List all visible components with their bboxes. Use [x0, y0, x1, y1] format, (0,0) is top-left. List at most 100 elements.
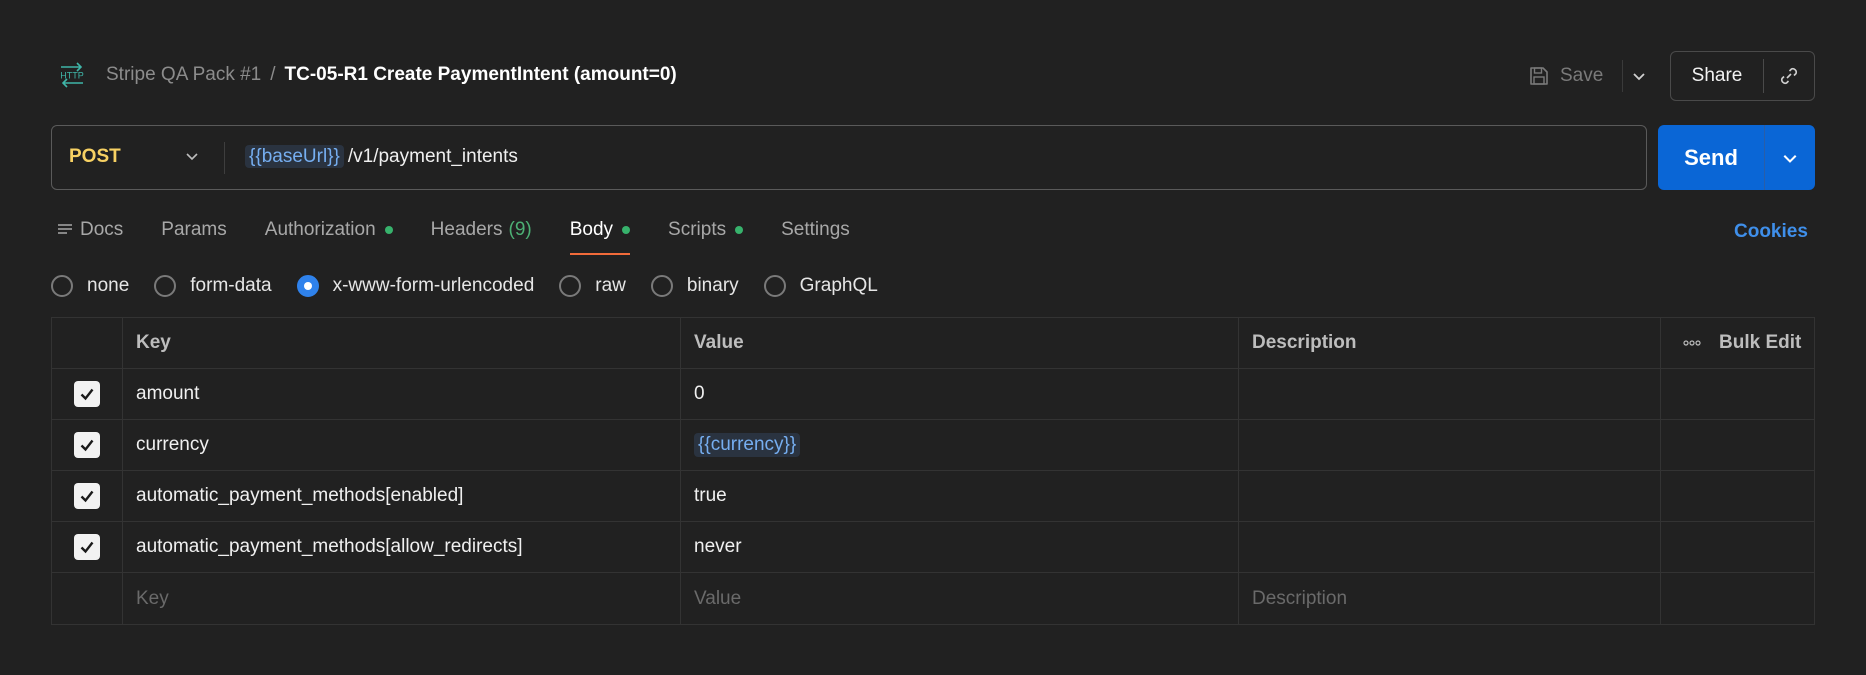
tab-label: Params	[161, 219, 227, 240]
table-row: automatic_payment_methods[allow_redirect…	[52, 522, 1814, 573]
row-checkbox[interactable]	[74, 534, 100, 560]
body-type-urlencoded[interactable]: x-www-form-urlencoded	[296, 275, 535, 297]
body-type-none[interactable]: none	[51, 275, 129, 297]
header-checkbox-cell	[52, 318, 123, 368]
tab-params[interactable]: Params	[161, 216, 226, 244]
row-checkbox-cell	[52, 573, 123, 624]
body-type-raw[interactable]: raw	[559, 275, 626, 297]
url-input[interactable]: {{baseUrl}}/v1/payment_intents	[245, 144, 518, 170]
breadcrumb: Stripe QA Pack #1 / TC-05-R1 Create Paymen…	[106, 62, 677, 88]
tab-label: Authorization	[264, 219, 376, 240]
description-cell[interactable]	[1239, 369, 1661, 419]
row-checkbox[interactable]	[74, 483, 100, 509]
chevron-down-icon	[1783, 154, 1797, 163]
url-variable[interactable]: {{baseUrl}}	[245, 145, 344, 168]
body-type-form-data[interactable]: form-data	[154, 275, 272, 297]
http-request-icon: HTTP	[60, 62, 84, 88]
body-type-selector: none form-data x-www-form-urlencoded raw…	[51, 272, 903, 300]
table-row-new: Key Value Description	[52, 573, 1814, 624]
radio-label: none	[87, 275, 130, 296]
breadcrumb-separator: /	[270, 64, 276, 85]
column-header-description: Description	[1239, 318, 1661, 368]
copy-link-button[interactable]	[1763, 59, 1814, 93]
send-options-button[interactable]	[1764, 125, 1815, 190]
new-description-input[interactable]: Description	[1239, 573, 1661, 624]
check-icon	[80, 388, 94, 401]
check-icon	[80, 541, 94, 554]
value-cell[interactable]: {{currency}}	[681, 420, 1239, 470]
value-cell[interactable]: true	[681, 471, 1239, 521]
row-checkbox-cell	[52, 471, 123, 521]
headers-count: (9)	[508, 219, 532, 240]
request-title[interactable]: TC-05-R1 Create PaymentIntent (amount=0)	[285, 64, 677, 85]
description-cell[interactable]	[1239, 471, 1661, 521]
column-header-key: Key	[123, 318, 681, 368]
method-select[interactable]: POST	[69, 146, 121, 168]
tab-scripts[interactable]: Scripts	[668, 216, 744, 244]
new-value-input[interactable]: Value	[681, 573, 1239, 624]
tab-label: Docs	[80, 219, 124, 240]
body-type-graphql[interactable]: GraphQL	[763, 275, 878, 297]
value-cell[interactable]: never	[681, 522, 1239, 572]
row-actions-cell	[1661, 471, 1814, 521]
tab-authorization[interactable]: Authorization	[265, 216, 393, 244]
row-checkbox-cell	[52, 369, 123, 419]
row-checkbox-cell	[52, 522, 123, 572]
radio-label: form-data	[190, 275, 272, 296]
save-label: Save	[1560, 65, 1604, 86]
check-icon	[80, 439, 94, 452]
body-type-binary[interactable]: binary	[650, 275, 739, 297]
description-cell[interactable]	[1239, 522, 1661, 572]
key-cell[interactable]: currency	[123, 420, 681, 470]
value-cell[interactable]: 0	[681, 369, 1239, 419]
value-variable[interactable]: {{currency}}	[694, 433, 801, 457]
tab-headers[interactable]: Headers (9)	[431, 216, 532, 244]
tab-label: Headers	[430, 219, 503, 240]
send-button[interactable]: Send	[1658, 125, 1764, 190]
radio-button-selected[interactable]	[296, 275, 319, 297]
send-group: Send	[1658, 125, 1815, 190]
share-button[interactable]: Share	[1671, 65, 1763, 87]
column-header-value: Value	[681, 318, 1239, 368]
radio-label: GraphQL	[799, 275, 878, 296]
tab-body[interactable]: Body	[569, 216, 631, 255]
request-header: HTTP Stripe QA Pack #1 / TC-05-R1 Create P…	[0, 0, 1866, 110]
table-header-row: Key Value Description Bulk Edit	[52, 318, 1814, 369]
key-cell[interactable]: automatic_payment_methods[allow_redirect…	[123, 522, 681, 572]
status-dot	[622, 226, 631, 234]
params-table: Key Value Description Bulk Edit amount 0	[51, 317, 1815, 625]
request-tabs: Docs Params Authorization Headers (9) Bo…	[57, 216, 888, 256]
radio-button[interactable]	[51, 275, 73, 297]
key-cell[interactable]: automatic_payment_methods[enabled]	[123, 471, 681, 521]
method-dropdown[interactable]	[180, 144, 204, 168]
cookies-link[interactable]: Cookies	[1734, 221, 1808, 243]
radio-label: x-www-form-urlencoded	[332, 275, 535, 296]
row-checkbox[interactable]	[74, 381, 100, 407]
status-dot	[384, 226, 393, 234]
radio-label: raw	[595, 275, 626, 296]
svg-text:HTTP: HTTP	[60, 71, 84, 81]
key-cell[interactable]: amount	[123, 369, 681, 419]
radio-button[interactable]	[763, 275, 786, 297]
row-checkbox[interactable]	[74, 432, 100, 458]
radio-button[interactable]	[559, 275, 582, 297]
breadcrumb-collection[interactable]: Stripe QA Pack #1	[106, 64, 261, 85]
radio-label: binary	[686, 275, 739, 296]
tab-docs[interactable]: Docs	[57, 216, 123, 244]
description-cell[interactable]	[1239, 420, 1661, 470]
row-actions-cell	[1661, 369, 1814, 419]
url-path: /v1/payment_intents	[347, 146, 518, 167]
row-actions-cell	[1661, 522, 1814, 572]
save-button[interactable]: Save	[1528, 60, 1603, 92]
chevron-down-icon	[186, 153, 198, 161]
tab-settings[interactable]: Settings	[781, 216, 850, 244]
tab-label: Settings	[781, 219, 850, 240]
radio-button[interactable]	[154, 275, 177, 297]
radio-button[interactable]	[650, 275, 673, 297]
save-options-button[interactable]	[1622, 60, 1654, 92]
bulk-edit-button[interactable]: Bulk Edit	[1661, 318, 1814, 368]
url-divider	[224, 142, 225, 174]
row-actions-cell	[1661, 420, 1814, 470]
new-key-input[interactable]: Key	[123, 573, 681, 624]
bulk-edit-label: Bulk Edit	[1719, 332, 1802, 353]
